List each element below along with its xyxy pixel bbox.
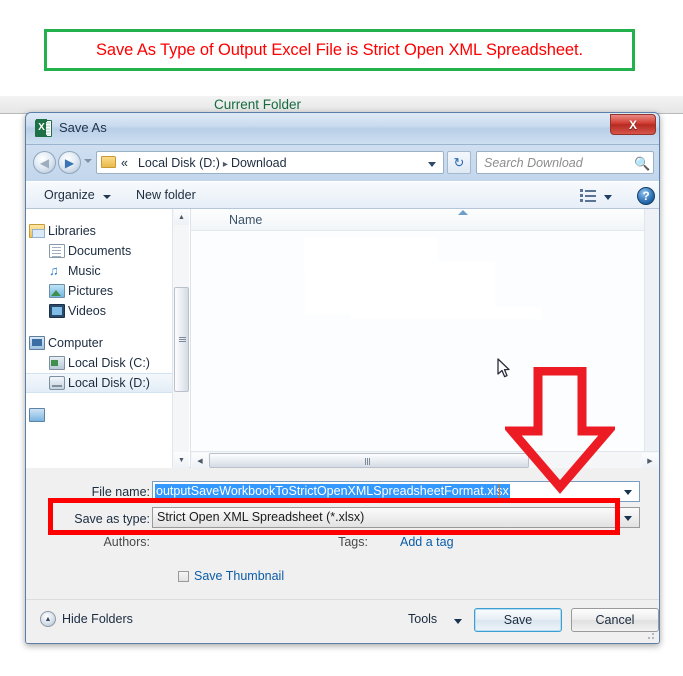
file-list-column-header: Name [191, 209, 659, 231]
sidebar-item-local-disk-c[interactable]: Local Disk (C:) [26, 353, 172, 373]
help-icon[interactable]: ? [637, 187, 655, 205]
sidebar-item-local-disk-d[interactable]: Local Disk (D:) [26, 373, 172, 393]
videos-icon [49, 304, 65, 318]
scrollbar-thumb[interactable] [209, 453, 529, 468]
documents-icon [49, 244, 65, 258]
file-list-pane: Name ◀ ▶ [190, 209, 659, 468]
sidebar-item-label: Videos [68, 304, 106, 318]
authors-label: Authors: [103, 535, 150, 549]
collapse-icon[interactable]: ▲ [40, 611, 56, 627]
back-arrow-icon[interactable]: ◀ [33, 151, 56, 174]
computer-icon [29, 336, 45, 350]
sidebar-item-label: Pictures [68, 284, 114, 298]
chevron-down-icon[interactable] [604, 195, 612, 200]
view-layout-icon[interactable] [580, 189, 596, 203]
network-icon [29, 408, 45, 422]
hard-disk-icon [49, 376, 65, 390]
sort-ascending-icon [458, 210, 468, 215]
mouse-pointer-icon [497, 358, 510, 378]
sidebar-item-label: Computer [48, 336, 103, 350]
file-name-label: File name: [91, 485, 150, 499]
tools-button[interactable]: Tools [408, 612, 437, 626]
sidebar-item-documents[interactable]: Documents [26, 241, 172, 261]
navigation-pane-scrollbar[interactable]: ▲ ▼ [172, 209, 189, 468]
scroll-down-icon[interactable]: ▼ [174, 452, 189, 468]
save-thumbnail-label[interactable]: Save Thumbnail [194, 569, 284, 583]
sidebar-item-libraries[interactable]: Libraries [26, 221, 172, 241]
sidebar-item-label: Local Disk (D:) [68, 376, 150, 390]
breadcrumb: « Local Disk (D:) ▸ Download [121, 156, 287, 170]
save-as-type-value: Strict Open XML Spreadsheet (*.xlsx) [157, 510, 365, 524]
file-name-value: outputSaveWorkbookToStrictOpenXMLSpreads… [155, 484, 510, 498]
scroll-up-icon[interactable]: ▲ [174, 209, 189, 225]
chevron-down-icon[interactable] [454, 619, 462, 624]
file-name-input[interactable]: outputSaveWorkbookToStrictOpenXMLSpreads… [152, 481, 640, 502]
chevron-down-icon[interactable] [428, 162, 436, 167]
command-bar: Organize New folder ? [26, 181, 659, 209]
breadcrumb-separator: ▸ [222, 159, 228, 170]
file-list-vertical-scrollbar[interactable] [644, 209, 659, 451]
save-as-type-label: Save as type: [74, 512, 150, 526]
save-as-dialog: Save As X ◀ ▶ « Local Disk (D:)▸Download … [25, 112, 660, 644]
chevron-down-icon[interactable] [624, 516, 632, 521]
sidebar-item-label: Documents [68, 244, 132, 258]
save-thumbnail-checkbox[interactable] [178, 571, 189, 582]
breadcrumb-item-0[interactable]: Local Disk (D:) [138, 156, 220, 170]
sidebar-item-label: Music [68, 264, 101, 278]
forward-arrow-icon[interactable]: ▶ [58, 151, 81, 174]
search-placeholder: Search Download [484, 156, 583, 170]
column-header-name[interactable]: Name [229, 213, 262, 227]
caption-banner: Save As Type of Output Excel File is Str… [44, 29, 635, 71]
add-a-tag-link[interactable]: Add a tag [400, 535, 454, 549]
chevron-down-icon[interactable] [103, 195, 111, 199]
folder-icon [101, 156, 116, 168]
save-as-type-select[interactable]: Strict Open XML Spreadsheet (*.xlsx) [152, 507, 640, 528]
recent-pages-chevron-icon[interactable] [84, 159, 92, 163]
breadcrumb-prefix: « [121, 156, 128, 170]
scroll-left-icon[interactable]: ◀ [192, 453, 208, 468]
navigation-pane: Libraries Documents ♫ Music Pictures Vid… [26, 209, 172, 468]
new-folder-button[interactable]: New folder [136, 188, 196, 202]
sidebar-item-videos[interactable]: Videos [26, 301, 172, 321]
file-list-horizontal-scrollbar[interactable]: ◀ ▶ [191, 451, 659, 468]
sidebar-item-music[interactable]: ♫ Music [26, 261, 172, 281]
breadcrumb-item-1[interactable]: Download [231, 156, 287, 170]
refresh-icon[interactable]: ↻ [447, 151, 471, 174]
background-current-folder-label: Current Folder [214, 97, 302, 112]
dialog-title: Save As [59, 120, 107, 135]
file-list-items[interactable] [191, 231, 659, 451]
scrollbar-thumb[interactable] [174, 287, 189, 392]
excel-icon [35, 119, 52, 137]
resize-grip-icon[interactable] [645, 630, 655, 640]
blank-region [351, 307, 541, 319]
dialog-titlebar[interactable]: Save As X [26, 113, 659, 145]
sidebar-item-label: Local Disk (C:) [68, 356, 150, 370]
sidebar-item-computer[interactable]: Computer [26, 333, 172, 353]
dialog-body: Libraries Documents ♫ Music Pictures Vid… [26, 209, 659, 468]
tags-label: Tags: [338, 535, 368, 549]
sidebar-item-label: Libraries [48, 224, 96, 238]
cancel-button[interactable]: Cancel [571, 608, 659, 632]
save-button[interactable]: Save [474, 608, 562, 632]
search-icon: 🔍 [634, 156, 651, 171]
sidebar-item-pictures[interactable]: Pictures [26, 281, 172, 301]
caption-text: Save As Type of Output Excel File is Str… [96, 40, 583, 59]
dialog-footer: ▲ Hide Folders Tools Save Cancel [26, 599, 659, 643]
close-icon[interactable]: X [610, 114, 656, 135]
pictures-icon [49, 284, 65, 298]
text-caret [499, 484, 500, 500]
scroll-right-icon[interactable]: ▶ [642, 453, 658, 468]
libraries-icon [29, 224, 45, 238]
chevron-down-icon[interactable] [624, 490, 632, 495]
hard-disk-icon [49, 356, 65, 370]
screenshot-root: Save As Type of Output Excel File is Str… [0, 0, 683, 676]
hide-folders-button[interactable]: Hide Folders [62, 612, 133, 626]
search-input[interactable]: Search Download 🔍 [476, 151, 654, 174]
address-breadcrumb-box[interactable]: « Local Disk (D:) ▸ Download [96, 151, 444, 174]
organize-button[interactable]: Organize [44, 188, 95, 202]
address-bar-row: ◀ ▶ « Local Disk (D:) ▸ Download ↻ Search D… [26, 145, 659, 181]
sidebar-item-network-partial[interactable] [26, 405, 172, 425]
music-icon: ♫ [49, 263, 59, 278]
